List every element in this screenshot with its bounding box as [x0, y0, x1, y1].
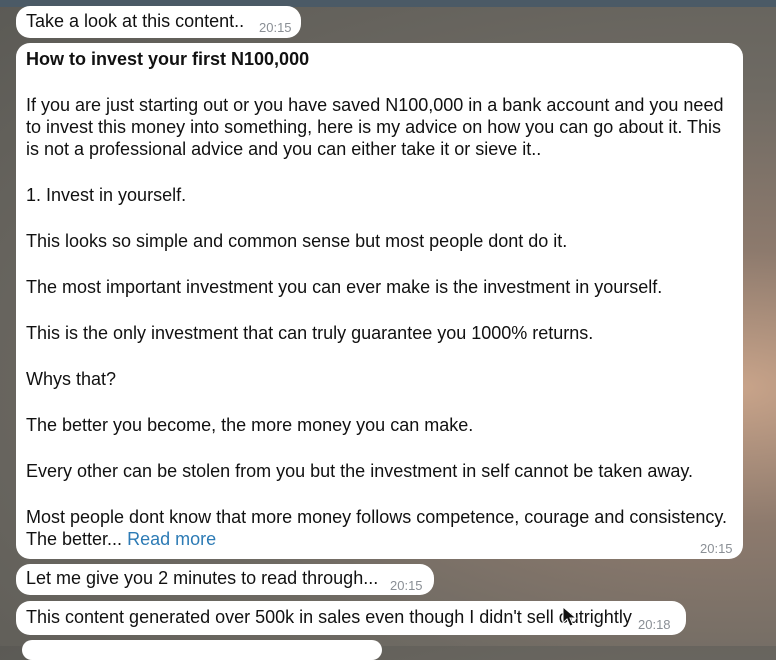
message-time: 20:15	[700, 541, 733, 556]
message-text: This content generated over 500k in sale…	[26, 607, 632, 627]
article-paragraph: Whys that?	[26, 369, 117, 389]
message-bubble-article[interactable]: How to invest your first N100,000 If you…	[16, 43, 743, 559]
article-paragraph: This looks so simple and common sense bu…	[26, 231, 568, 251]
article-content: How to invest your first N100,000 If you…	[26, 48, 736, 574]
article-paragraph: Every other can be stolen from you but t…	[26, 461, 694, 481]
message-time: 20:15	[390, 578, 423, 593]
article-paragraph: The better you become, the more money yo…	[26, 415, 474, 435]
article-paragraph: The most important investment you can ev…	[26, 277, 663, 297]
article-paragraph: This is the only investment that can tru…	[26, 323, 594, 343]
message-time: 20:18	[638, 617, 671, 632]
message-time: 20:15	[259, 20, 292, 35]
article-title: How to invest your first N100,000	[26, 49, 310, 69]
mouse-pointer-icon	[562, 606, 578, 627]
message-text: Let me give you 2 minutes to read throug…	[26, 568, 379, 588]
message-bubble[interactable]: Take a look at this content.. 20:15	[16, 6, 301, 38]
article-paragraph: If you are just starting out or you have…	[26, 95, 724, 159]
message-text: Take a look at this content..	[26, 11, 245, 31]
message-bubble[interactable]: This content generated over 500k in sale…	[16, 601, 686, 635]
article-paragraph: 1. Invest in yourself.	[26, 185, 187, 205]
article-last-paragraph: Most people dont know that more money fo…	[26, 506, 736, 550]
message-bubble-partial[interactable]	[22, 640, 382, 660]
message-bubble[interactable]: Let me give you 2 minutes to read throug…	[16, 564, 434, 595]
read-more-link[interactable]: Read more	[127, 529, 216, 549]
